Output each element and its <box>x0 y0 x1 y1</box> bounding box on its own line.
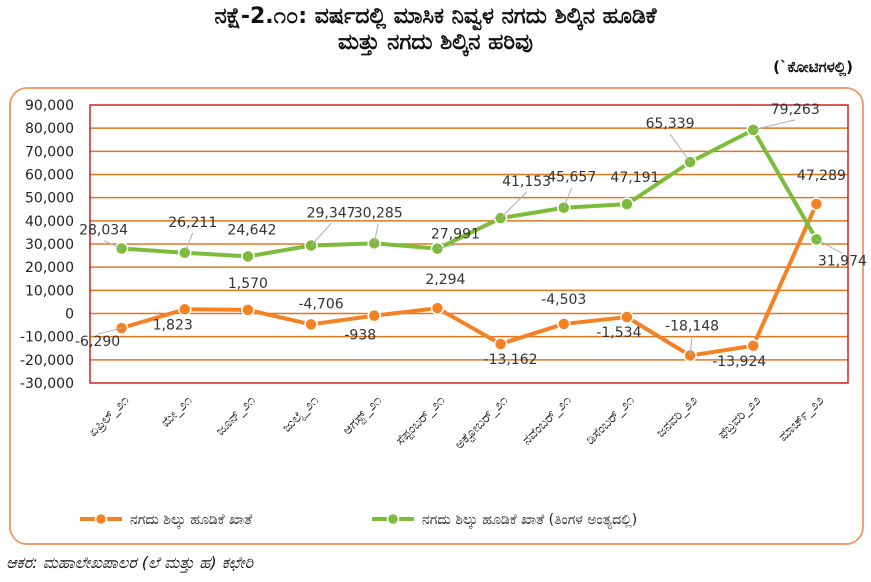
x-tick-label: ಏಪ್ರಿಲ್_೨೧ <box>86 393 133 440</box>
data-point <box>620 197 634 211</box>
x-tick-label: ಜೂನ್_೨೧ <box>213 393 259 439</box>
data-label: 1,570 <box>228 276 268 292</box>
data-label: -4,503 <box>541 292 586 308</box>
x-tick-label: ನವೆಂಬರ್_೨೧ <box>520 393 575 448</box>
data-label: 31,974 <box>818 253 867 269</box>
x-tick-label: ಡಿಸೆಂಬರ್_೨೧ <box>583 393 638 448</box>
data-point <box>241 249 255 264</box>
data-label: -13,924 <box>712 354 766 370</box>
y-tick-label: -30,000 <box>20 376 74 392</box>
legend-label: ನಗದು ಶಿಲ್ಕು ಹೂಡಿಕೆ ಖಾತೆ (ತಿಂಗಳ ಅಂತ್ಯದಲ್ಲ… <box>422 512 637 529</box>
data-label: -4,706 <box>299 296 344 312</box>
y-tick-label: 30,000 <box>25 237 74 253</box>
data-point <box>493 337 508 351</box>
data-label: 45,657 <box>547 170 596 186</box>
data-label: 41,153 <box>502 174 551 190</box>
data-point <box>178 302 192 317</box>
data-label: -6,290 <box>75 334 120 350</box>
data-label: -13,162 <box>484 352 538 368</box>
x-tick-label: ಫೆಬ್ರವರಿ_೨೨ <box>715 393 764 442</box>
x-tick-label: ಮಾರ್ಚ್_೨೨ <box>776 393 828 445</box>
data-label: 29,347 <box>307 206 356 222</box>
y-tick-label: 60,000 <box>25 168 74 184</box>
data-label: -1,534 <box>596 325 641 341</box>
legend-marker <box>386 512 400 526</box>
y-tick-label: 10,000 <box>25 283 74 299</box>
data-point <box>746 339 760 353</box>
data-label: 27,991 <box>431 227 480 243</box>
y-tick-label: 0 <box>65 307 74 323</box>
data-point <box>304 317 318 332</box>
data-label: 47,191 <box>610 170 659 186</box>
x-tick-label: ಜನವರಿ_೨೨ <box>653 393 701 441</box>
data-point <box>620 310 634 324</box>
data-point <box>557 317 571 331</box>
data-label: 65,339 <box>646 116 695 132</box>
legend-label: ನಗದು ಶಿಲ್ಕು ಹೂಡಿಕೆ ಖಾತೆ <box>130 512 253 529</box>
data-point <box>241 303 255 317</box>
y-tick-label: 90,000 <box>25 98 74 114</box>
y-tick-label: 50,000 <box>25 191 74 207</box>
y-tick-label: 40,000 <box>25 214 74 230</box>
y-tick-label: 80,000 <box>25 121 74 137</box>
x-tick-label: ಅಕ್ಟೋಬರ್_೨೧ <box>452 393 512 453</box>
x-tick-label: ಜುಲೈ_೨೧ <box>279 393 322 436</box>
data-point <box>367 308 381 323</box>
data-label: 30,285 <box>354 205 403 221</box>
legend-marker <box>94 512 108 526</box>
y-tick-label: 20,000 <box>25 260 74 276</box>
data-label: 2,294 <box>425 272 465 288</box>
data-label: -938 <box>344 328 376 344</box>
y-tick-label: 70,000 <box>25 144 74 160</box>
source-note: ಆಕರ: ಮಹಾಲೇಖಪಾಲರ (ಲೆ ಮತ್ತು ಹ) ಕಛೇರಿ <box>6 553 254 572</box>
x-tick-label: ಆಗಸ್ಟ್_೨೧ <box>340 393 385 438</box>
x-tick-label: ಮೇ_೨೧ <box>158 393 195 430</box>
data-label: 24,642 <box>227 222 276 238</box>
data-label: 1,823 <box>153 317 193 333</box>
data-point <box>809 197 824 211</box>
data-label: 47,289 <box>797 168 846 184</box>
data-label: 28,034 <box>79 223 128 239</box>
data-point <box>430 301 445 315</box>
y-tick-label: -10,000 <box>20 330 74 346</box>
y-tick-label: -20,000 <box>20 353 74 369</box>
line-chart: -30,000 -20,000 -10,000 0 10,000 20,000 30,000… <box>20 98 867 529</box>
x-tick-label: ಸೆಪ್ಟಂಬರ್_೨೧ <box>393 393 448 448</box>
data-label: -18,148 <box>665 319 719 335</box>
data-label: 79,263 <box>771 102 820 118</box>
data-label: 26,211 <box>168 215 217 231</box>
